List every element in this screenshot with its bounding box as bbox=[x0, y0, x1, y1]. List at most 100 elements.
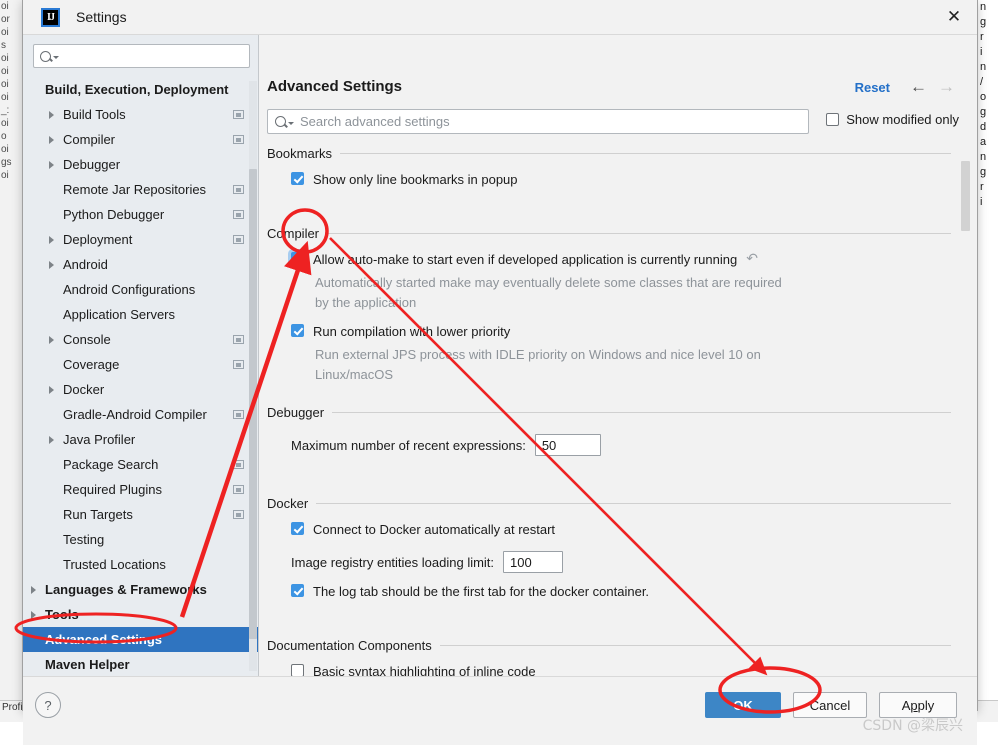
sidebar-item-label: Gradle-Android Compiler bbox=[63, 407, 207, 422]
sidebar-item-trusted-locations[interactable]: Trusted Locations bbox=[23, 552, 258, 577]
sidebar-item-advanced-settings[interactable]: Advanced Settings bbox=[23, 627, 258, 652]
chevron-right-icon[interactable] bbox=[49, 135, 54, 144]
sidebar-item-label: Android Configurations bbox=[63, 282, 196, 297]
field-input[interactable]: 50 bbox=[534, 434, 601, 456]
option-hint: Automatically started make may eventuall… bbox=[315, 275, 782, 310]
option-basic-syntax-highlighting-of-inline-code[interactable]: Basic syntax highlighting of inline code bbox=[267, 664, 951, 676]
sidebar-item-java-profiler[interactable]: Java Profiler bbox=[23, 427, 258, 452]
checkbox-box[interactable] bbox=[291, 252, 304, 265]
settings-dialog: IJ Settings ✕ Build, Execution, Deployme… bbox=[22, 0, 978, 745]
field-maximum-number-of-recent-expressions: Maximum number of recent expressions: 50 bbox=[267, 434, 951, 456]
chevron-right-icon[interactable] bbox=[31, 610, 36, 619]
option-label: Allow auto-make to start even if develop… bbox=[313, 252, 738, 267]
advanced-search-input[interactable]: Search advanced settings bbox=[267, 109, 809, 134]
background-text-line: oi bbox=[1, 79, 9, 90]
sidebar-item-testing[interactable]: Testing bbox=[23, 527, 258, 552]
sidebar-item-languages-frameworks[interactable]: Languages & Frameworks bbox=[23, 577, 258, 602]
help-button[interactable]: ? bbox=[35, 692, 61, 718]
checkbox-box[interactable] bbox=[291, 324, 304, 337]
background-code-line: n bbox=[980, 1, 987, 13]
sidebar-item-gradle-android-compiler[interactable]: Gradle-Android Compiler bbox=[23, 402, 258, 427]
section-title: Docker bbox=[267, 496, 309, 511]
checkbox-box[interactable] bbox=[291, 584, 304, 597]
sidebar-item-package-search[interactable]: Package Search bbox=[23, 452, 258, 477]
search-icon bbox=[40, 50, 51, 62]
revert-arrow-icon[interactable]: ↶ bbox=[746, 251, 758, 265]
sidebar-item-label: Tools bbox=[45, 607, 79, 622]
nav-forward-icon[interactable]: → bbox=[938, 77, 955, 97]
sidebar-item-label: Debugger bbox=[63, 157, 121, 172]
field-label: Maximum number of recent expressions: bbox=[291, 437, 526, 453]
background-code-line: d bbox=[980, 121, 987, 133]
checkbox-box[interactable] bbox=[291, 522, 304, 535]
option-label: The log tab should be the first tab for … bbox=[313, 584, 650, 599]
sidebar-item-required-plugins[interactable]: Required Plugins bbox=[23, 477, 258, 502]
chevron-right-icon[interactable] bbox=[49, 235, 54, 244]
sidebar-item-console[interactable]: Console bbox=[23, 327, 258, 352]
background-text-line: oi bbox=[1, 92, 9, 103]
show-modified-only-checkbox[interactable]: Show modified only bbox=[826, 112, 959, 127]
option-show-only-line-bookmarks-in-popup[interactable]: Show only line bookmarks in popup bbox=[267, 172, 951, 187]
close-icon[interactable]: ✕ bbox=[931, 0, 977, 33]
sidebar-item-build-execution-deployment[interactable]: Build, Execution, Deployment bbox=[23, 77, 258, 102]
chevron-right-icon[interactable] bbox=[49, 385, 54, 394]
field-image-registry-entities-loading-limit: Image registry entities loading limit: 10… bbox=[267, 551, 951, 573]
apply-label-pre: A bbox=[901, 697, 911, 713]
sidebar-item-android[interactable]: Android bbox=[23, 252, 258, 277]
project-scope-icon bbox=[233, 135, 244, 144]
project-scope-icon bbox=[233, 335, 244, 344]
sidebar-item-tools[interactable]: Tools bbox=[23, 602, 258, 627]
section-title: Compiler bbox=[267, 226, 320, 241]
section-divider bbox=[327, 233, 951, 234]
sidebar-item-run-targets[interactable]: Run Targets bbox=[23, 502, 258, 527]
sidebar-item-label: Android bbox=[63, 257, 108, 272]
sidebar-item-build-tools[interactable]: Build Tools bbox=[23, 102, 258, 127]
sidebar-item-application-servers[interactable]: Application Servers bbox=[23, 302, 258, 327]
background-code-line: n bbox=[980, 151, 987, 163]
sidebar-item-remote-jar-repositories[interactable]: Remote Jar Repositories bbox=[23, 177, 258, 202]
chevron-right-icon[interactable] bbox=[31, 585, 36, 594]
option-the-log-tab-should-be-the-first-tab-for-th[interactable]: The log tab should be the first tab for … bbox=[267, 584, 951, 599]
sidebar-item-compiler[interactable]: Compiler bbox=[23, 127, 258, 152]
reset-link[interactable]: Reset bbox=[855, 80, 890, 95]
option-run-compilation-with-lower-priority[interactable]: Run compilation with lower priority bbox=[267, 324, 951, 339]
sidebar-item-docker[interactable]: Docker bbox=[23, 377, 258, 402]
chevron-right-icon[interactable] bbox=[49, 435, 54, 444]
background-left-strip: oi or oi s oi oi oi oi _: oi o oi gs oi bbox=[0, 0, 23, 721]
sidebar-item-coverage[interactable]: Coverage bbox=[23, 352, 258, 377]
background-text-line: gs bbox=[1, 157, 12, 168]
field-input[interactable]: 100 bbox=[503, 551, 564, 573]
section-header: Docker bbox=[267, 496, 951, 511]
section-debugger: Debugger Maximum number of recent express… bbox=[267, 405, 951, 456]
chevron-right-icon[interactable] bbox=[49, 160, 54, 169]
sidebar-search-input[interactable] bbox=[33, 44, 250, 68]
ok-button[interactable]: OK bbox=[705, 692, 781, 718]
chevron-right-icon[interactable] bbox=[49, 260, 54, 269]
background-text-line: or bbox=[1, 14, 10, 25]
sidebar-item-label: Compiler bbox=[63, 132, 116, 147]
option-hint: Run external JPS process with IDLE prior… bbox=[315, 347, 761, 382]
dialog-title: Settings bbox=[76, 9, 127, 25]
sidebar-item-android-configurations[interactable]: Android Configurations bbox=[23, 277, 258, 302]
background-code-line: g bbox=[980, 106, 987, 118]
sidebar-item-label: Maven Helper bbox=[45, 657, 130, 672]
chevron-right-icon[interactable] bbox=[49, 335, 54, 344]
sidebar-scrollbar-thumb[interactable] bbox=[249, 169, 257, 639]
cancel-button[interactable]: Cancel bbox=[793, 692, 867, 718]
nav-back-icon[interactable]: ← bbox=[910, 77, 927, 97]
option-allow-auto-make-to-start-even-if-developed[interactable]: Allow auto-make to start even if develop… bbox=[267, 251, 951, 267]
chevron-right-icon[interactable] bbox=[49, 110, 54, 119]
sidebar-item-python-debugger[interactable]: Python Debugger bbox=[23, 202, 258, 227]
checkbox-box[interactable] bbox=[291, 172, 304, 185]
sidebar-item-debugger[interactable]: Debugger bbox=[23, 152, 258, 177]
sidebar-item-label: Build, Execution, Deployment bbox=[45, 82, 229, 97]
background-text-line: oi bbox=[1, 118, 9, 129]
checkbox-box[interactable] bbox=[291, 664, 304, 676]
sidebar-item-deployment[interactable]: Deployment bbox=[23, 227, 258, 252]
content-scrollbar-thumb[interactable] bbox=[961, 161, 970, 231]
option-connect-to-docker-automatically-at-restart[interactable]: Connect to Docker automatically at resta… bbox=[267, 522, 951, 537]
background-code-line: g bbox=[980, 166, 987, 178]
sidebar-item-label: Console bbox=[63, 332, 111, 347]
sidebar-item-maven-helper[interactable]: Maven Helper bbox=[23, 652, 258, 676]
section-divider bbox=[340, 153, 951, 154]
